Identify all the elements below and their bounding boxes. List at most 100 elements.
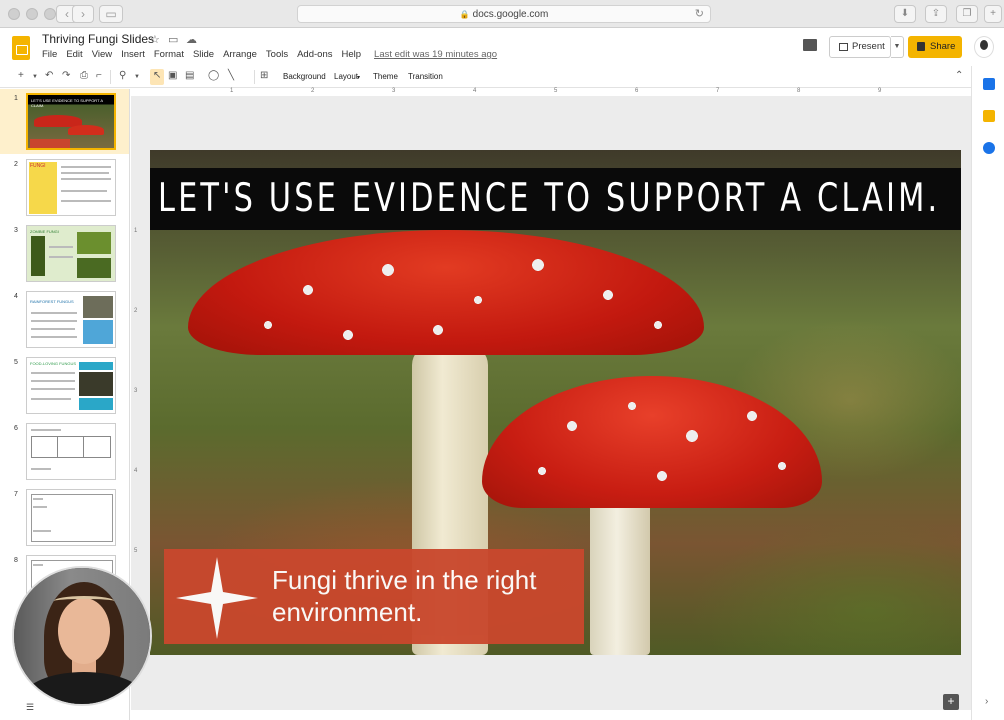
- explore-icon[interactable]: +: [943, 694, 959, 710]
- ruler-mark: 3: [134, 388, 138, 394]
- app-header: Thriving Fungi Slides ☆ ▭ ☁ File Edit Vi…: [0, 28, 1004, 66]
- last-edit-link[interactable]: Last edit was 19 minutes ago: [374, 49, 497, 60]
- select-tool-icon[interactable]: ↖: [153, 70, 161, 81]
- toolbar-divider: [110, 70, 111, 84]
- download-icon[interactable]: ⬇: [894, 5, 916, 23]
- comment-add-icon[interactable]: ⊞: [260, 70, 268, 81]
- minimize-window-icon[interactable]: [26, 8, 38, 20]
- slide-thumbnail-5[interactable]: FOOD-LOVING FUNGUS: [26, 357, 116, 414]
- paint-format-icon[interactable]: ⌐: [96, 70, 102, 81]
- background-button[interactable]: Background: [283, 72, 326, 81]
- menu-bar: File Edit View Insert Format Slide Arran…: [42, 49, 506, 60]
- menu-addons[interactable]: Add-ons: [297, 49, 332, 60]
- new-slide-icon[interactable]: +: [18, 70, 24, 81]
- menu-file[interactable]: File: [42, 49, 57, 60]
- slide-title-bar[interactable]: LET'S USE EVIDENCE TO SUPPORT A CLAIM.: [150, 168, 961, 230]
- thumb-image: [79, 362, 113, 370]
- menu-slide[interactable]: Slide: [193, 49, 214, 60]
- mushroom-cap-small: [482, 376, 822, 508]
- slide-number: 2: [14, 161, 18, 168]
- present-label: Present: [852, 41, 885, 52]
- menu-view[interactable]: View: [92, 49, 112, 60]
- image-icon[interactable]: ▤: [185, 70, 194, 81]
- menu-insert[interactable]: Insert: [121, 49, 145, 60]
- ruler-mark: 5: [134, 548, 138, 554]
- new-slide-dropdown-icon[interactable]: ▼: [32, 74, 38, 80]
- thumb-text-line: [61, 178, 111, 180]
- thumb-block: [29, 162, 57, 214]
- account-avatar[interactable]: [974, 36, 994, 58]
- present-icon: [839, 43, 848, 51]
- share-page-icon[interactable]: ⇪: [925, 5, 947, 23]
- side-panel: ›: [971, 66, 1004, 720]
- present-dropdown-icon[interactable]: ▼: [891, 36, 904, 58]
- slide-number: 7: [14, 491, 18, 498]
- layout-button[interactable]: Layout: [334, 72, 358, 81]
- slide-thumbnail-3[interactable]: ZOMBIE FUNGI: [26, 225, 116, 282]
- lock-icon: 🔒: [459, 10, 470, 19]
- theme-button[interactable]: Theme: [373, 72, 398, 81]
- print-icon[interactable]: ⎙: [80, 70, 88, 81]
- slide-thumbnail-2[interactable]: FUNGI: [26, 159, 116, 216]
- slide-number: 4: [14, 293, 18, 300]
- address-bar[interactable]: 🔒 docs.google.com ↻: [297, 5, 711, 23]
- reload-icon[interactable]: ↻: [695, 6, 704, 23]
- zoom-icon[interactable]: ⚲: [119, 70, 126, 81]
- claim-text[interactable]: Fungi thrive in the right environment.: [272, 564, 572, 628]
- share-label: Share: [930, 41, 956, 52]
- comments-icon[interactable]: [803, 39, 817, 51]
- slides-logo-icon[interactable]: [12, 36, 30, 60]
- transition-button[interactable]: Transition: [408, 72, 443, 81]
- share-button[interactable]: Share: [908, 36, 962, 58]
- menu-help[interactable]: Help: [341, 49, 361, 60]
- present-button[interactable]: Present: [829, 36, 891, 58]
- collapse-toolbar-icon[interactable]: ⌃: [955, 70, 963, 81]
- thumb-table-line: [57, 436, 58, 458]
- slide-title[interactable]: LET'S USE EVIDENCE TO SUPPORT A CLAIM.: [158, 176, 940, 221]
- presenter-webcam: [12, 566, 152, 706]
- menu-edit[interactable]: Edit: [66, 49, 82, 60]
- star-icon[interactable]: ☆: [150, 33, 160, 46]
- close-window-icon[interactable]: [8, 8, 20, 20]
- grid-view-icon[interactable]: ☰: [26, 702, 34, 713]
- horizontal-ruler: 1 2 3 4 5 6 7 8 9: [140, 88, 970, 96]
- text-box-icon[interactable]: ▣: [168, 70, 177, 81]
- shape-icon[interactable]: ◯: [208, 70, 219, 81]
- forward-button[interactable]: ›: [72, 5, 94, 23]
- keep-icon[interactable]: [983, 110, 995, 122]
- webcam-person-headband: [54, 596, 114, 606]
- mushroom-cap-large: [188, 230, 704, 355]
- document-title[interactable]: Thriving Fungi Slides: [42, 32, 154, 46]
- layout-dropdown-icon[interactable]: ▾: [357, 74, 360, 81]
- tabs-icon[interactable]: ❐: [956, 5, 978, 23]
- current-slide[interactable]: LET'S USE EVIDENCE TO SUPPORT A CLAIM. F…: [150, 150, 961, 655]
- thumb-title: FUNGI: [30, 163, 46, 169]
- redo-icon[interactable]: ↷: [62, 70, 70, 81]
- ruler-mark: 4: [134, 468, 138, 474]
- expand-panel-icon[interactable]: ›: [985, 696, 988, 707]
- menu-format[interactable]: Format: [154, 49, 184, 60]
- slide-thumbnail-1[interactable]: LET'S USE EVIDENCE TO SUPPORT A CLAIM.: [26, 93, 116, 150]
- line-icon[interactable]: ╲: [228, 70, 234, 81]
- slide-thumbnail-7[interactable]: [26, 489, 116, 546]
- thumb-text-line: [31, 328, 75, 330]
- ruler-mark: 5: [554, 88, 558, 94]
- ruler-mark: 8: [797, 88, 801, 94]
- slide-number: 1: [14, 95, 18, 102]
- new-tab-button[interactable]: +: [984, 5, 1002, 23]
- slide-thumbnail-6[interactable]: [26, 423, 116, 480]
- sidebar-toggle-icon[interactable]: ▭: [99, 5, 123, 23]
- tasks-icon[interactable]: [983, 142, 995, 154]
- folder-icon[interactable]: ▭: [168, 33, 178, 46]
- undo-icon[interactable]: ↶: [45, 70, 53, 81]
- menu-tools[interactable]: Tools: [266, 49, 288, 60]
- ruler-mark: 1: [134, 228, 138, 234]
- thumb-image: [79, 398, 113, 410]
- thumb-image: [31, 236, 45, 276]
- menu-arrange[interactable]: Arrange: [223, 49, 257, 60]
- maximize-window-icon[interactable]: [44, 8, 56, 20]
- slide-thumbnail-4[interactable]: RAINFOREST FUNGUS: [26, 291, 116, 348]
- claim-box[interactable]: Fungi thrive in the right environment.: [164, 549, 584, 644]
- calendar-icon[interactable]: [983, 78, 995, 90]
- zoom-dropdown-icon[interactable]: ▼: [134, 74, 140, 80]
